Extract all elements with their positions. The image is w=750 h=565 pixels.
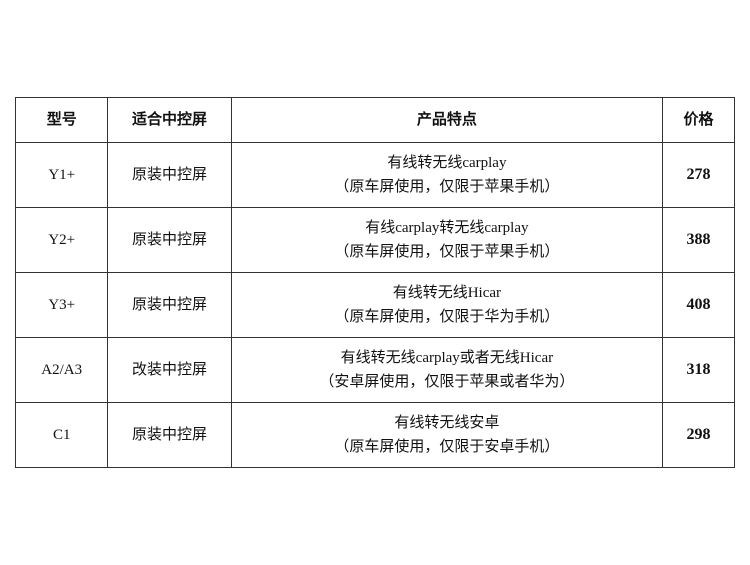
cell-features: 有线转无线Hicar （原车屏使用，仅限于华为手机） xyxy=(231,273,662,338)
header-model: 型号 xyxy=(16,98,108,143)
header-price: 价格 xyxy=(663,98,735,143)
table-row: C1原装中控屏有线转无线安卓 （原车屏使用，仅限于安卓手机）298 xyxy=(16,403,735,468)
cell-price: 408 xyxy=(663,273,735,338)
cell-features: 有线转无线carplay或者无线Hicar （安卓屏使用，仅限于苹果或者华为） xyxy=(231,338,662,403)
cell-model: Y1+ xyxy=(16,143,108,208)
cell-price: 298 xyxy=(663,403,735,468)
product-table: 型号 适合中控屏 产品特点 价格 Y1+原装中控屏有线转无线carplay （原… xyxy=(15,97,735,468)
cell-screen: 改装中控屏 xyxy=(108,338,231,403)
table-row: Y2+原装中控屏有线carplay转无线carplay （原车屏使用，仅限于苹果… xyxy=(16,208,735,273)
table-row: Y3+原装中控屏有线转无线Hicar （原车屏使用，仅限于华为手机）408 xyxy=(16,273,735,338)
cell-features: 有线carplay转无线carplay （原车屏使用，仅限于苹果手机） xyxy=(231,208,662,273)
header-features: 产品特点 xyxy=(231,98,662,143)
cell-price: 388 xyxy=(663,208,735,273)
cell-screen: 原装中控屏 xyxy=(108,273,231,338)
table-row: A2/A3改装中控屏有线转无线carplay或者无线Hicar （安卓屏使用，仅… xyxy=(16,338,735,403)
table-header-row: 型号 适合中控屏 产品特点 价格 xyxy=(16,98,735,143)
cell-screen: 原装中控屏 xyxy=(108,208,231,273)
cell-screen: 原装中控屏 xyxy=(108,403,231,468)
product-table-container: 型号 适合中控屏 产品特点 价格 Y1+原装中控屏有线转无线carplay （原… xyxy=(15,97,735,468)
cell-features: 有线转无线carplay （原车屏使用，仅限于苹果手机） xyxy=(231,143,662,208)
cell-price: 318 xyxy=(663,338,735,403)
cell-features: 有线转无线安卓 （原车屏使用，仅限于安卓手机） xyxy=(231,403,662,468)
cell-model: A2/A3 xyxy=(16,338,108,403)
cell-price: 278 xyxy=(663,143,735,208)
cell-model: C1 xyxy=(16,403,108,468)
header-screen: 适合中控屏 xyxy=(108,98,231,143)
cell-model: Y2+ xyxy=(16,208,108,273)
table-row: Y1+原装中控屏有线转无线carplay （原车屏使用，仅限于苹果手机）278 xyxy=(16,143,735,208)
cell-screen: 原装中控屏 xyxy=(108,143,231,208)
cell-model: Y3+ xyxy=(16,273,108,338)
